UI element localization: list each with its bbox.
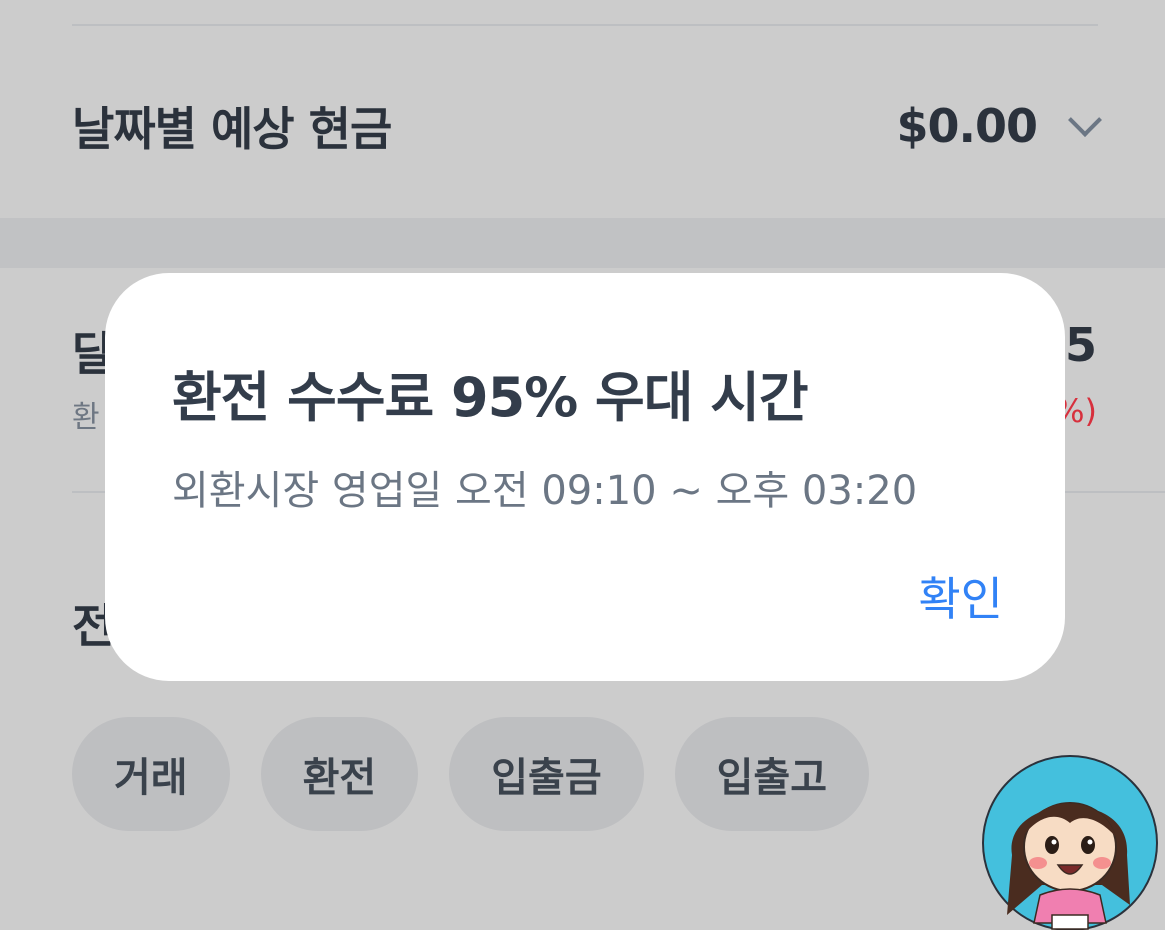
forecast-label: 날짜별 예상 현금 — [72, 102, 392, 156]
chip-deposit-withdraw[interactable]: 입출금 — [449, 717, 644, 831]
filter-chips: 거래 환전 입출금 입출고 — [72, 717, 870, 831]
rate-subtitle: 환 — [72, 400, 100, 435]
chip-in-out[interactable]: 입출고 — [674, 717, 870, 831]
forecast-row[interactable]: 날짜별 예상 현금 $0.00 — [72, 86, 1105, 166]
forecast-value: $0.00 — [896, 99, 1038, 153]
chip-trade[interactable]: 거래 — [72, 717, 230, 831]
confirm-button[interactable]: 확인 — [918, 563, 1003, 629]
dialog-title: 환전 수수료 95% 우대 시간 — [172, 366, 809, 429]
chevron-down-icon[interactable] — [1068, 103, 1102, 137]
top-divider — [72, 24, 1098, 26]
rate-value: 5 — [1064, 318, 1097, 372]
fee-discount-dialog: 환전 수수료 95% 우대 시간 외환시장 영업일 오전 09:10 ~ 오후 … — [105, 273, 1065, 681]
cartoon-girl-avatar-icon[interactable] — [982, 755, 1158, 930]
section-gap — [0, 218, 1165, 268]
forecast-right: $0.00 — [896, 99, 1105, 153]
dialog-message: 외환시장 영업일 오전 09:10 ~ 오후 03:20 — [172, 468, 918, 514]
chip-exchange[interactable]: 환전 — [260, 717, 419, 831]
